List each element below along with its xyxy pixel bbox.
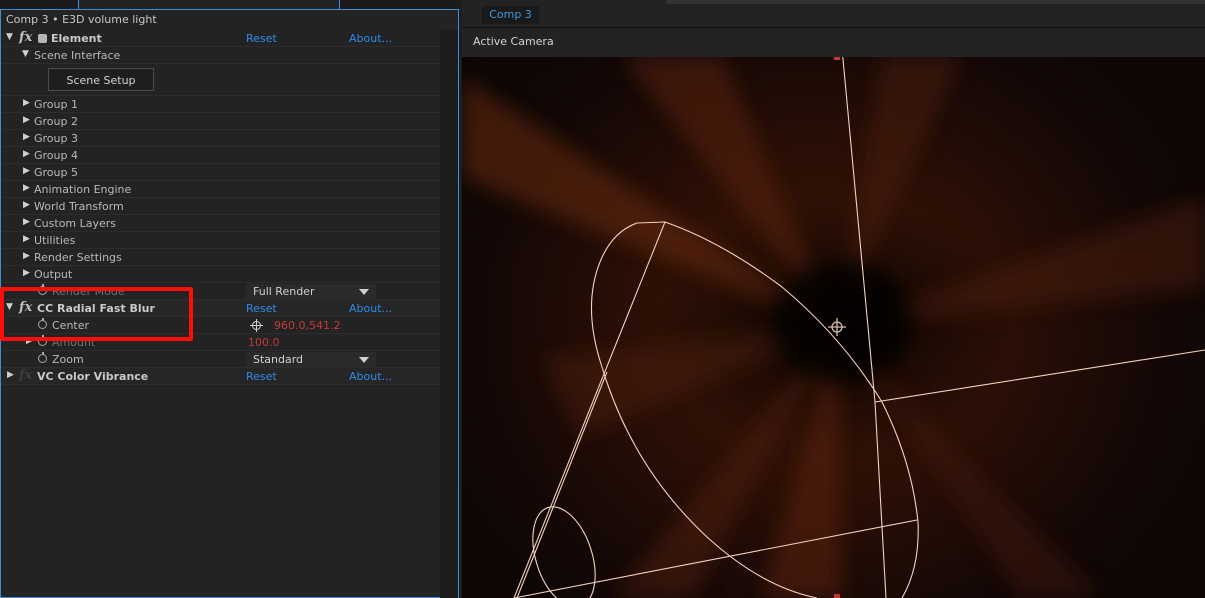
expand-triangle-icon[interactable]: ▶ — [23, 217, 30, 227]
active-camera-label[interactable]: Active Camera — [473, 35, 554, 48]
reset-link[interactable]: Reset — [246, 302, 277, 315]
panel-top-bar — [666, 0, 1205, 4]
scene-setup-button[interactable]: Scene Setup — [48, 68, 154, 91]
composition-viewer[interactable] — [462, 57, 1205, 598]
effect-name: Element — [51, 32, 102, 45]
group-row[interactable]: ▶ Render Settings — [2, 249, 440, 266]
group-label: Utilities — [34, 234, 76, 247]
expand-triangle-icon[interactable]: ▶ — [23, 132, 30, 142]
reset-link[interactable]: Reset — [246, 370, 277, 383]
group-row[interactable]: ▶ Group 5 — [2, 164, 440, 181]
about-link[interactable]: About... — [349, 32, 392, 45]
expand-triangle-icon[interactable]: ▶ — [7, 370, 14, 380]
reset-link[interactable]: Reset — [246, 32, 277, 45]
center-value[interactable]: 960.0,541.2 — [274, 319, 340, 332]
dropdown-value: Standard — [253, 353, 304, 366]
group-row[interactable]: ▶ Group 2 — [2, 113, 440, 130]
dark-core — [772, 262, 912, 382]
render-mode-dropdown[interactable]: Full Render — [246, 284, 376, 299]
composition-panel: Comp 3 Active Camera — [462, 0, 1205, 598]
zoom-row[interactable]: Zoom Standard — [2, 351, 440, 368]
dropdown-value: Full Render — [253, 285, 315, 298]
group-label: Group 5 — [34, 166, 78, 179]
group-label: Render Settings — [34, 251, 122, 264]
group-label: Animation Engine — [34, 183, 132, 196]
expand-triangle-icon[interactable]: ▶ — [23, 234, 30, 244]
group-row[interactable]: ▶ World Transform — [2, 198, 440, 215]
group-row[interactable]: ▶ Custom Layers — [2, 215, 440, 232]
collapse-triangle-icon[interactable]: ▼ — [22, 49, 29, 59]
group-label: World Transform — [34, 200, 124, 213]
chevron-down-icon — [359, 357, 369, 363]
wire-line — [874, 349, 1205, 403]
camera-point-handle[interactable] — [834, 57, 840, 60]
group-row[interactable]: ▶ Output — [2, 266, 440, 283]
wire-line — [516, 371, 608, 598]
expand-triangle-icon[interactable]: ▶ — [23, 268, 30, 278]
group-label: Group 1 — [34, 98, 78, 111]
chevron-down-icon — [359, 289, 369, 295]
group-label: Group 3 — [34, 132, 78, 145]
effect-controls-panel: Comp 3 • E3D volume light ▼ fx Element R… — [0, 0, 459, 598]
vertical-scrollbar[interactable] — [440, 30, 458, 598]
group-label: Custom Layers — [34, 217, 117, 230]
expand-triangle-icon[interactable]: ▶ — [23, 183, 30, 193]
scene-interface-row[interactable]: ▼ Scene Interface — [2, 47, 440, 64]
group-row[interactable]: ▶ Group 3 — [2, 130, 440, 147]
group-label: Group 4 — [34, 149, 78, 162]
fx-icon[interactable]: fx — [19, 368, 32, 383]
scene-interface-label: Scene Interface — [34, 49, 121, 62]
effect-row-vc-color-vibrance[interactable]: ▶ fx VC Color Vibrance Reset About... — [2, 368, 440, 385]
effect-row-element[interactable]: ▼ fx Element Reset About... — [2, 30, 440, 47]
camera-point-handle[interactable] — [834, 594, 840, 598]
group-row[interactable]: ▶ Utilities — [2, 232, 440, 249]
expand-triangle-icon[interactable]: ▶ — [23, 166, 30, 176]
group-row[interactable]: ▶ Animation Engine — [2, 181, 440, 198]
about-link[interactable]: About... — [349, 370, 392, 383]
amount-value[interactable]: 100.0 — [248, 336, 280, 349]
divider — [462, 27, 1205, 28]
panel-title: Comp 3 • E3D volume light — [6, 13, 157, 26]
expand-triangle-icon[interactable]: ▶ — [23, 200, 30, 210]
fx-icon[interactable]: fx — [19, 30, 32, 45]
group-label: Output — [34, 268, 73, 281]
tab-comp-3[interactable]: Comp 3 — [482, 6, 539, 24]
expand-triangle-icon[interactable]: ▶ — [23, 251, 30, 261]
collapse-triangle-icon[interactable]: ▼ — [6, 32, 13, 42]
expand-triangle-icon[interactable]: ▶ — [23, 115, 30, 125]
zoom-dropdown[interactable]: Standard — [246, 352, 376, 367]
expand-triangle-icon[interactable]: ▶ — [23, 149, 30, 159]
zoom-label: Zoom — [52, 353, 84, 366]
group-row[interactable]: ▶ Group 4 — [2, 147, 440, 164]
stopwatch-icon[interactable] — [38, 352, 47, 363]
annotation-highlight-box — [0, 287, 193, 341]
effect-name: VC Color Vibrance — [37, 370, 149, 383]
about-link[interactable]: About... — [349, 302, 392, 315]
crosshair-icon[interactable] — [250, 319, 263, 332]
group-row[interactable]: ▶ Group 1 — [2, 96, 440, 113]
plugin-cube-icon — [38, 34, 47, 43]
viewer-canvas — [462, 57, 1205, 598]
expand-triangle-icon[interactable]: ▶ — [23, 98, 30, 108]
group-label: Group 2 — [34, 115, 78, 128]
